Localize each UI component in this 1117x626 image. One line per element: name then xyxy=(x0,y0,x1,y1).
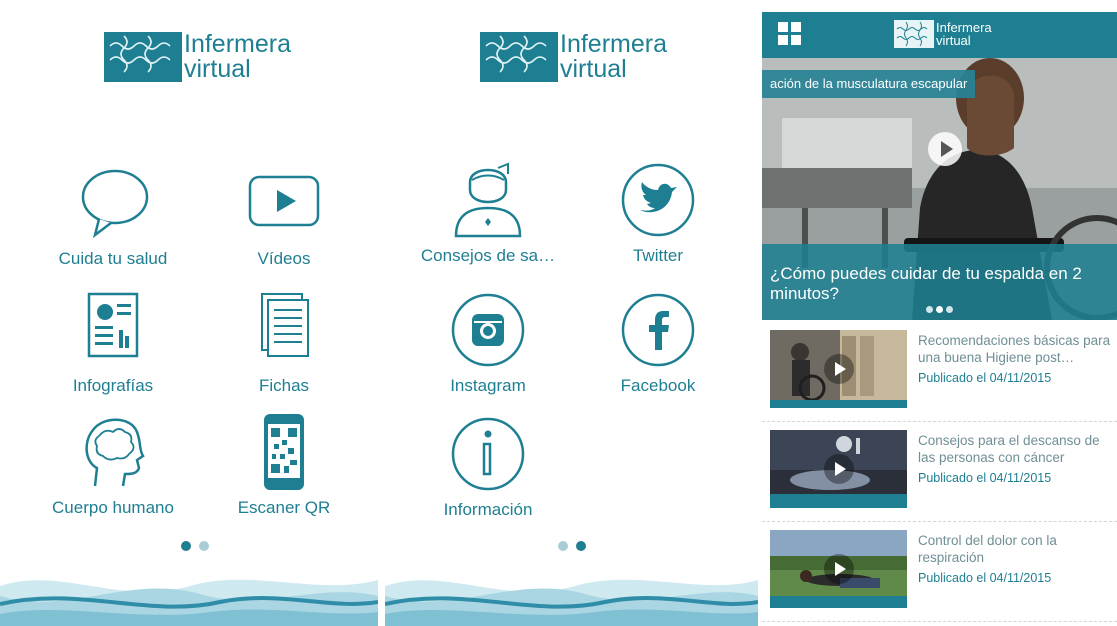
news-thumbnail xyxy=(770,430,907,508)
nurse-icon xyxy=(454,162,522,238)
puzzle-logo-icon xyxy=(480,32,558,82)
news-item[interactable]: Control del dolor con la respiración Pub… xyxy=(762,522,1117,622)
news-thumbnail xyxy=(770,530,907,608)
twitter-icon xyxy=(621,163,695,237)
carousel-indicator xyxy=(926,306,953,313)
carousel-dot-active[interactable] xyxy=(936,306,943,313)
logo-line-1: Infermera xyxy=(184,30,291,58)
tile-label: Facebook xyxy=(620,376,696,395)
tile-label: Vídeos xyxy=(257,249,311,268)
puzzle-logo-icon xyxy=(894,20,934,48)
carousel-dot[interactable] xyxy=(926,306,933,313)
news-feed-screen: Infermera virtual ación de la musculatur… xyxy=(762,0,1117,626)
tile-videos[interactable]: Vídeos xyxy=(199,163,369,269)
tile-twitter[interactable]: Twitter xyxy=(573,160,743,266)
home-screen-page-1: Infermera virtual Cuida tu salud Vídeos xyxy=(0,0,378,626)
menu-grid-icon[interactable] xyxy=(778,22,802,46)
news-title: Consejos para el descanso de las persona… xyxy=(918,433,1100,465)
header-logo: Infermera virtual xyxy=(894,20,992,48)
news-thumbnail xyxy=(770,330,907,408)
speech-bubble-icon xyxy=(81,169,149,239)
tile-escaner-qr[interactable]: Escaner QR xyxy=(199,412,369,518)
info-icon xyxy=(451,417,525,491)
tile-informacion[interactable]: Información xyxy=(403,414,573,520)
tile-label: Cuida tu salud xyxy=(58,249,168,268)
tile-facebook[interactable]: Facebook xyxy=(573,290,743,396)
news-date: Publicado el 04/11/2015 xyxy=(918,571,1052,585)
qr-phone-icon xyxy=(264,414,304,490)
logo-line-2: virtual xyxy=(184,55,251,83)
tile-label: Fichas xyxy=(258,376,310,395)
play-icon[interactable] xyxy=(824,554,854,584)
tile-label: Información xyxy=(443,500,533,519)
logo-line-2: virtual xyxy=(560,55,627,83)
page-dot-active[interactable] xyxy=(181,541,191,551)
instagram-icon xyxy=(451,293,525,367)
carousel-dot[interactable] xyxy=(946,306,953,313)
news-title: Control del dolor con la respiración xyxy=(918,533,1057,565)
hero-title[interactable]: ¿Cómo puedes cuidar de tu espalda en 2 m… xyxy=(770,264,1110,304)
facebook-icon xyxy=(621,293,695,367)
brain-head-icon xyxy=(85,418,145,487)
tile-fichas[interactable]: Fichas xyxy=(199,290,369,396)
header-logo-line-2: virtual xyxy=(936,33,971,48)
page-indicator xyxy=(558,541,586,551)
tile-label: Twitter xyxy=(632,246,684,265)
wave-decoration xyxy=(0,579,378,626)
tile-label: Instagram xyxy=(450,376,526,395)
home-screen-page-2: Infermera virtual Consejos de sa… Twitte… xyxy=(385,0,758,626)
tile-infografias[interactable]: Infografías xyxy=(28,290,198,396)
logo-line-1: Infermera xyxy=(560,30,667,58)
page-dot-active[interactable] xyxy=(576,541,586,551)
news-date: Publicado el 04/11/2015 xyxy=(918,471,1052,485)
news-item[interactable]: Consejos para el descanso de las persona… xyxy=(762,422,1117,522)
tile-cuerpo-humano[interactable]: Cuerpo humano xyxy=(28,412,198,518)
play-icon[interactable] xyxy=(928,132,962,166)
documents-icon xyxy=(261,293,309,357)
tile-instagram[interactable]: Instagram xyxy=(403,290,573,396)
play-icon[interactable] xyxy=(824,354,854,384)
tile-label: Cuerpo humano xyxy=(52,498,174,517)
tile-label: Consejos de sa… xyxy=(420,246,556,265)
tile-label: Infografías xyxy=(72,376,154,395)
video-play-icon xyxy=(248,175,320,227)
top-app-bar: Infermera virtual xyxy=(762,12,1117,58)
tile-label: Escaner QR xyxy=(237,498,331,517)
play-icon[interactable] xyxy=(824,454,854,484)
news-item[interactable]: Recomendaciones básicas para una buena H… xyxy=(762,322,1117,422)
tile-consejos-de-salud[interactable]: Consejos de sa… xyxy=(403,160,573,266)
page-indicator xyxy=(181,541,209,551)
page-dot[interactable] xyxy=(199,541,209,551)
news-title: Recomendaciones básicas para una buena H… xyxy=(918,333,1111,365)
page-dot[interactable] xyxy=(558,541,568,551)
app-logo: Infermera virtual xyxy=(104,32,291,82)
app-logo: Infermera virtual xyxy=(480,32,667,82)
infographic-icon xyxy=(87,292,139,358)
hero-banner-text: ación de la musculatura escapular xyxy=(762,70,976,98)
puzzle-logo-icon xyxy=(104,32,182,82)
tile-cuida-tu-salud[interactable]: Cuida tu salud xyxy=(28,163,198,269)
wave-decoration xyxy=(385,579,758,626)
featured-video-carousel[interactable]: ación de la musculatura escapular ¿Cómo … xyxy=(762,58,1117,320)
news-date: Publicado el 04/11/2015 xyxy=(918,371,1052,385)
